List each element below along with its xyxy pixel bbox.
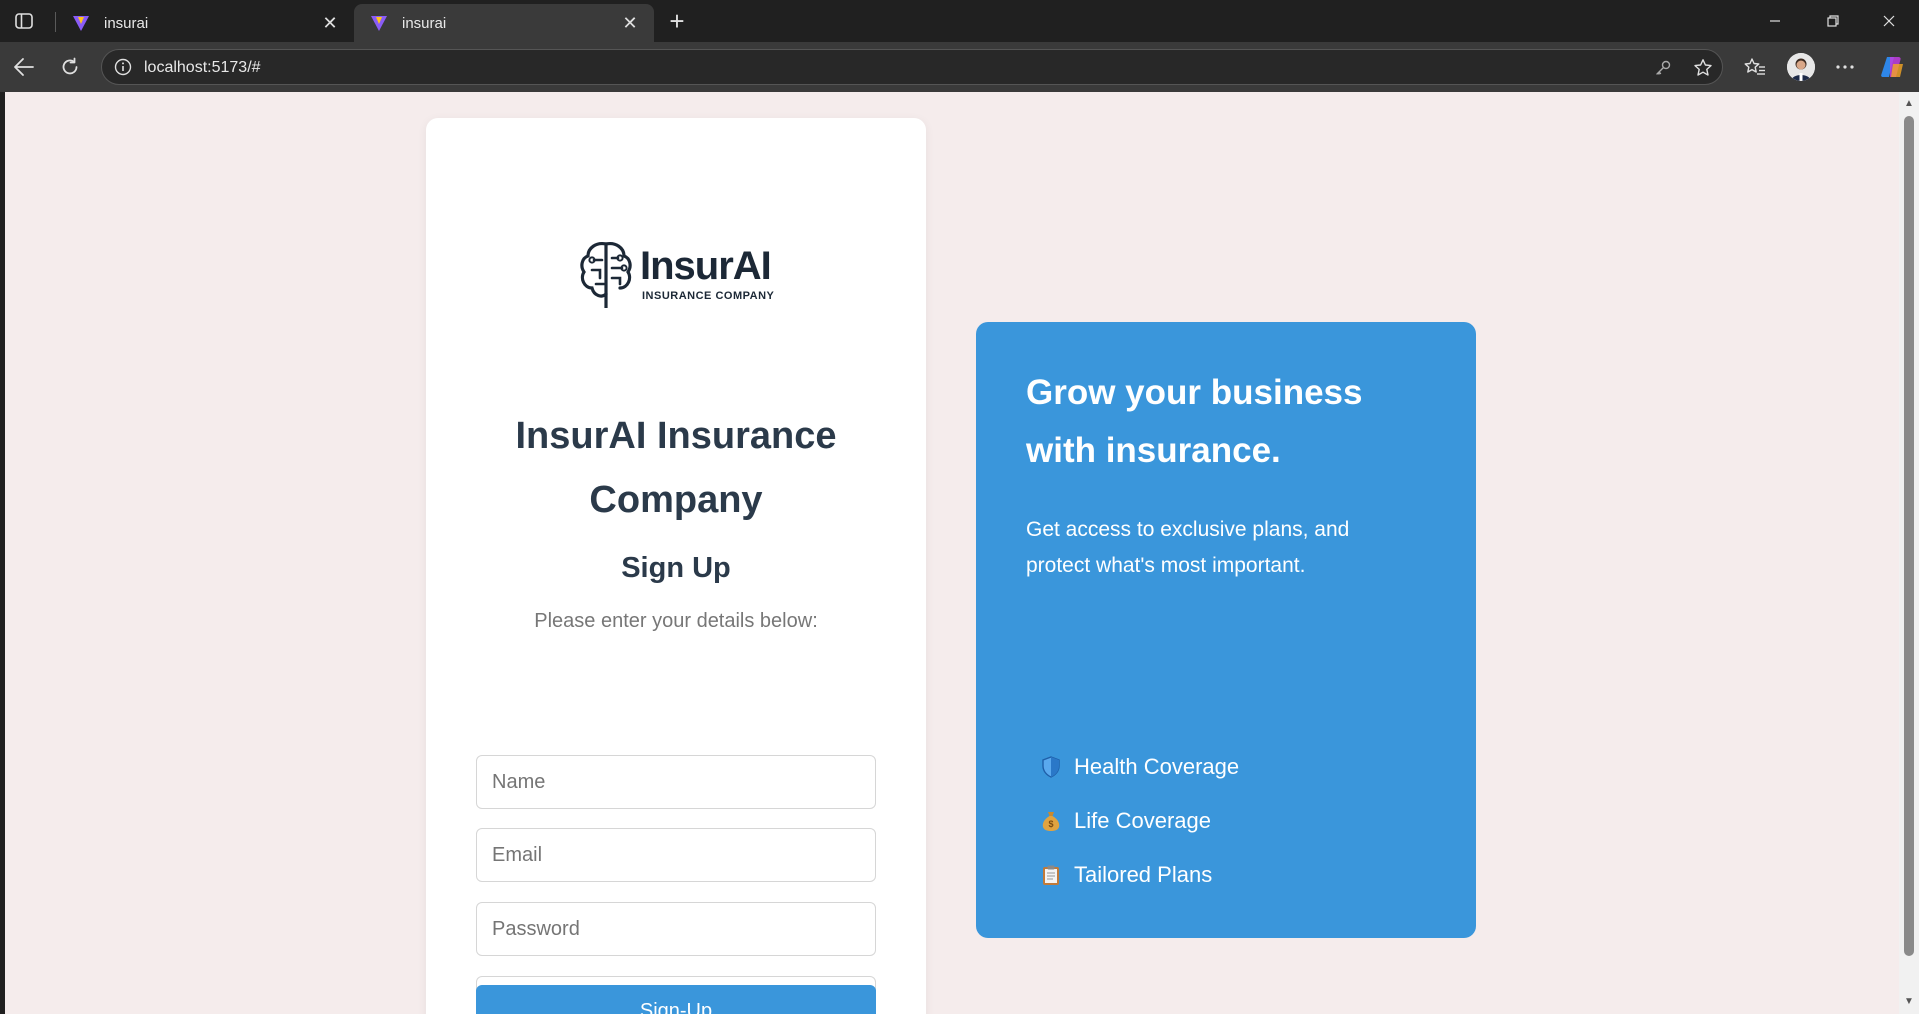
key-icon[interactable]: [1652, 57, 1674, 79]
feature-label: Tailored Plans: [1074, 862, 1213, 887]
url-text[interactable]: localhost:5173/#: [144, 59, 261, 77]
scrollbar-thumb[interactable]: [1904, 116, 1914, 956]
page-viewport: InsurAI INSURANCE COMPANY InsurAI Insura…: [5, 92, 1899, 1014]
form-subheading: Please enter your details below:: [534, 610, 818, 632]
browser-tab-strip: insurai ✕ insurai ✕ +: [0, 0, 1919, 42]
promo-card: Grow your business with insurance. Get a…: [976, 322, 1476, 938]
email-input[interactable]: [476, 828, 876, 882]
browser-tab-2[interactable]: insurai ✕: [354, 4, 654, 42]
brain-circuit-icon: [580, 242, 632, 308]
page-scrollbar[interactable]: ▲ ▼: [1899, 92, 1919, 1014]
vite-favicon-icon: [370, 14, 388, 32]
address-bar[interactable]: localhost:5173/#: [101, 49, 1723, 85]
name-input[interactable]: [476, 755, 876, 809]
password-input[interactable]: [476, 902, 876, 956]
scroll-down-arrow-icon[interactable]: ▼: [1903, 996, 1915, 1008]
vite-favicon-icon: [72, 14, 90, 32]
copilot-icon[interactable]: [1878, 53, 1906, 81]
feature-item: Tailored Plans: [1040, 848, 1239, 902]
company-title: InsurAI Insurance Company: [515, 415, 837, 521]
tab-title: insurai: [402, 14, 447, 32]
logo-tagline: INSURANCE COMPANY: [642, 290, 775, 302]
feature-label: Health Coverage: [1074, 754, 1240, 779]
money-bag-icon: $: [1040, 810, 1062, 832]
promo-text: Get access to exclusive plans, and prote…: [1026, 518, 1350, 577]
signup-card: InsurAI INSURANCE COMPANY InsurAI Insura…: [426, 118, 926, 1014]
scroll-up-arrow-icon[interactable]: ▲: [1903, 98, 1915, 110]
form-heading: Sign Up: [621, 552, 731, 584]
favorite-star-icon[interactable]: [1692, 57, 1714, 79]
feature-list: Health Coverage $ Life Coverage Tailored…: [1040, 740, 1239, 902]
browser-tab-1[interactable]: insurai ✕: [56, 4, 354, 42]
feature-item: Health Coverage: [1040, 740, 1239, 794]
favorites-icon[interactable]: [1741, 53, 1769, 81]
more-options-icon[interactable]: [1831, 53, 1859, 81]
site-info-icon[interactable]: [114, 58, 132, 76]
profile-avatar[interactable]: [1787, 53, 1815, 81]
feature-label: Life Coverage: [1074, 808, 1211, 833]
browser-toolbar: localhost:5173/#: [0, 42, 1919, 92]
feature-item: $ Life Coverage: [1040, 794, 1239, 848]
close-tab-icon[interactable]: ✕: [618, 11, 642, 35]
svg-text:$: $: [1048, 819, 1053, 829]
tab-title: insurai: [104, 14, 149, 32]
back-arrow-icon[interactable]: [8, 51, 40, 83]
minimize-icon[interactable]: [1752, 6, 1798, 36]
signup-button[interactable]: Sign-Up: [476, 985, 876, 1014]
close-window-icon[interactable]: [1866, 6, 1912, 36]
refresh-icon[interactable]: [54, 51, 86, 83]
logo-wordmark: InsurAI: [640, 244, 772, 288]
promo-title: Grow your business with insurance.: [1026, 373, 1363, 470]
insurai-logo: InsurAI INSURANCE COMPANY: [576, 238, 775, 314]
shield-icon: [1040, 756, 1062, 778]
new-tab-icon[interactable]: +: [663, 8, 691, 36]
restore-icon[interactable]: [1810, 6, 1856, 36]
close-tab-icon[interactable]: ✕: [318, 11, 342, 35]
clipboard-icon: [1040, 864, 1062, 886]
sidebar-toggle-icon[interactable]: [10, 9, 38, 33]
